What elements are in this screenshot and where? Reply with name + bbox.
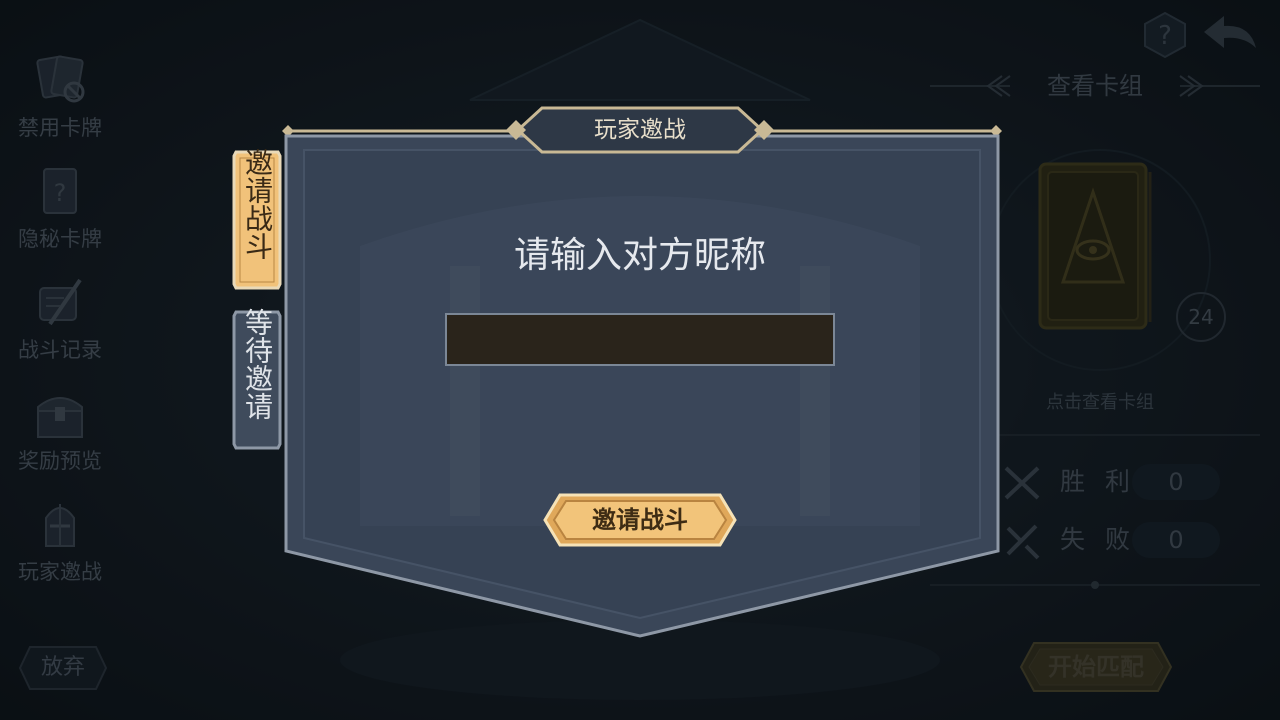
invite-battle-button[interactable]: 邀请战斗 [542,492,738,548]
tab-waiting-invite[interactable]: 等待邀请 [230,308,284,452]
tab-waiting-invite-label: 等待邀请 [241,308,274,420]
nickname-prompt: 请输入对方昵称 [513,235,766,276]
nickname-input[interactable] [445,313,835,366]
tab-invite-battle[interactable]: 邀请战斗 [230,148,284,292]
game-background: 禁用卡牌 ? 隐秘卡牌 战斗记录 奖励预览 玩家邀战 放弃 ? 查看卡组 24 … [0,0,1280,720]
player-challenge-dialog: 玩家邀战 请输入对方昵称 邀请战斗 [280,106,1004,646]
dialog-frame [282,106,1002,638]
dialog-title: 玩家邀战 [594,117,686,143]
invite-battle-label: 邀请战斗 [592,506,688,534]
tab-invite-battle-label: 邀请战斗 [241,148,274,260]
